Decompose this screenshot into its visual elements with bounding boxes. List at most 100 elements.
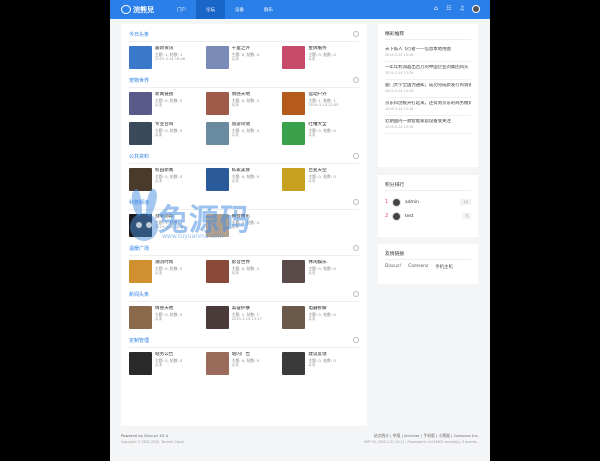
forum-thumbnail[interactable]: [129, 46, 152, 69]
forum-card[interactable]: 影音世界 主题: 0, 帖数: 0 从未: [205, 260, 283, 286]
forum-thumbnail[interactable]: [129, 352, 152, 375]
forum-card[interactable]: 情感天地 主题: 0, 帖数: 0 从未: [129, 306, 206, 332]
forum-card[interactable]: 站内广告 主题: 0, 帖数: 0 从未: [205, 352, 283, 378]
forum-row: 专业咨询 主题: 0, 帖数: 0 从未 旅游风情 主题: 0, 帖数: 0 从未 吐槽大全…: [129, 122, 359, 148]
copyright: Copyright © 2001-2020, Tencent Cloud.: [121, 440, 185, 444]
section-title[interactable]: 公共资料: [129, 152, 359, 162]
forum-card[interactable]: 千里之外 主题: 0, 帖数: 0 从未: [205, 46, 283, 72]
forum-card[interactable]: 运动户外 主题: 1, 帖数: 1 2019-3-14 12:05: [282, 92, 359, 118]
forum-thumbnail[interactable]: [282, 306, 306, 329]
forum-thumbnail[interactable]: [205, 214, 229, 237]
forum-thumbnail[interactable]: [282, 260, 306, 283]
friend-link[interactable]: 手机主机: [435, 264, 453, 270]
forum-thumbnail[interactable]: [205, 168, 229, 191]
article-item[interactable]: 厦门大学全国为通知，成功完成新发行的调查 2019-3-14 13:16: [385, 80, 471, 98]
ranking-title: 积分排行: [385, 181, 471, 191]
forum-row: 校园新闻 主题: 0, 帖数: 0 从未 私家美食 主题: 0, 帖数: 0 从未 百变天空…: [129, 168, 359, 194]
rank-number: 2: [385, 213, 389, 219]
forum-info: 运动户外 主题: 1, 帖数: 1 2019-3-14 12:05: [308, 92, 338, 118]
forum-thumbnail[interactable]: [205, 306, 229, 329]
forum-card[interactable]: 潮流时尚 主题: 0, 帖数: 0 从未: [129, 260, 206, 286]
article-item[interactable]: 天下私人飞行者——信息本地用图 2019-3-14 13:16: [385, 44, 471, 62]
forum-card[interactable]: 舞会精彩 主题: 0, 帖数: 0 从未: [205, 214, 283, 240]
forum-info: 旅游风情 主题: 0, 帖数: 0 从未: [232, 122, 259, 148]
forum-thumbnail[interactable]: [205, 92, 229, 115]
article-item[interactable]: 一年年利润超出百万的中国企业的集团风头 2019-3-14 13:16: [385, 62, 471, 80]
rank-username[interactable]: test: [405, 214, 463, 219]
forum-card[interactable]: 私家美食 主题: 0, 帖数: 0 从未: [205, 168, 283, 194]
forum-last-post: 从未: [308, 363, 316, 367]
forum-info: 潮流时尚 主题: 0, 帖数: 0 从未: [155, 260, 182, 286]
bell-icon[interactable]: ♫: [458, 5, 466, 13]
forum-thumbnail[interactable]: [129, 260, 152, 283]
forum-card[interactable]: 最新资讯 主题: 1, 帖数: 1 2019-3-14 18:46: [129, 46, 206, 72]
section-title[interactable]: 温暖广场: [129, 244, 359, 254]
forum-card[interactable]: 情感天地 主题: 0, 帖数: 0 从未: [205, 92, 283, 118]
friend-link[interactable]: Comsenz: [408, 264, 428, 270]
rank-username[interactable]: admin: [405, 200, 460, 205]
forum-card[interactable]: 战争追踪 主题: 1, 帖数: 1 2019-3-14 18:01: [129, 214, 206, 240]
nav-item[interactable]: 门户: [167, 0, 196, 19]
forum-info: 舞会精彩 主题: 0, 帖数: 0 从未: [232, 214, 259, 240]
forum-card[interactable]: 专业咨询 主题: 0, 帖数: 0 从未: [129, 122, 206, 148]
section-title[interactable]: 新闻头条: [129, 290, 359, 300]
nav-item[interactable]: 设备: [225, 0, 254, 19]
collapse-icon[interactable]: [353, 291, 359, 297]
rank-count: 10: [460, 199, 471, 205]
avatar[interactable]: [392, 211, 401, 221]
collapse-icon[interactable]: [353, 245, 359, 251]
forum-thumbnail[interactable]: [129, 92, 152, 115]
avatar[interactable]: [392, 197, 401, 207]
site-logo[interactable]: 浣熊兒: [121, 4, 154, 15]
forum-thumbnail[interactable]: [129, 214, 152, 237]
forum-last-post: 从未: [155, 271, 163, 275]
forum-card[interactable]: 金牌服务 主题: 0, 帖数: 0 从未: [282, 46, 359, 72]
article-item[interactable]: 近期国内一款智能家居设备受关注 2019-3-14 13:16: [385, 116, 471, 134]
forum-card[interactable]: 旅游风情 主题: 0, 帖数: 0 从未: [205, 122, 283, 148]
section-title[interactable]: 今日头条: [129, 30, 359, 40]
collapse-icon[interactable]: [353, 199, 359, 205]
forum-card[interactable]: 休闲娱乐 主题: 0, 帖数: 0 从未: [282, 260, 359, 286]
forum-card[interactable]: 校园新闻 主题: 0, 帖数: 0 从未: [129, 168, 206, 194]
forum-thumbnail[interactable]: [282, 122, 306, 145]
forum-card[interactable]: 新闻链接 主题: 0, 帖数: 0 从未: [129, 92, 206, 118]
footer-links[interactable]: 站点统计 | 举报 | Archiver | 手机版 | 小黑屋 | Comse…: [364, 432, 479, 439]
forum-thumbnail[interactable]: [129, 122, 152, 145]
collapse-icon[interactable]: [353, 337, 359, 343]
section-title[interactable]: 宠物世界: [129, 76, 359, 86]
forum-thumbnail[interactable]: [282, 46, 306, 69]
forum-thumbnail[interactable]: [282, 168, 306, 191]
section-title[interactable]: 科普频道: [129, 198, 359, 208]
nav-item[interactable]: 群乐: [254, 0, 283, 19]
collapse-icon[interactable]: [353, 31, 359, 37]
forum-thumbnail[interactable]: [282, 92, 306, 115]
home-icon[interactable]: ⌂: [432, 5, 440, 13]
forum-info: 建议反馈 主题: 0, 帖数: 0 从未: [308, 352, 335, 378]
forum-thumbnail[interactable]: [282, 352, 306, 375]
section-title[interactable]: 定制管理: [129, 336, 359, 346]
forum-thumbnail[interactable]: [205, 46, 229, 69]
forum-card[interactable]: 吐槽大全 主题: 0, 帖数: 0 从未: [282, 122, 359, 148]
rank-item[interactable]: 2 test 0: [385, 209, 471, 223]
collapse-icon[interactable]: [353, 153, 359, 159]
article-date: 2019-3-14 13:16: [385, 53, 414, 57]
forum-thumbnail[interactable]: [205, 352, 229, 375]
forum-card[interactable]: 建议反馈 主题: 0, 帖数: 0 从未: [282, 352, 359, 378]
article-item[interactable]: 京东科创板开打起来，还得到京东的商务模式 2019-3-14 13:16: [385, 98, 471, 116]
forum-last-post: 从未: [308, 57, 316, 61]
forum-card[interactable]: 百变天空 主题: 0, 帖数: 0 从未: [282, 168, 359, 194]
forum-thumbnail[interactable]: [129, 168, 152, 191]
forum-card[interactable]: 站务公告 主题: 0, 帖数: 0 从未: [129, 352, 206, 378]
user-avatar[interactable]: [472, 5, 480, 13]
user-group-icon[interactable]: ☷: [445, 5, 453, 13]
rank-item[interactable]: 1 admin 10: [385, 195, 471, 209]
collapse-icon[interactable]: [353, 77, 359, 83]
forum-info: 新闻链接 主题: 0, 帖数: 0 从未: [155, 92, 182, 118]
forum-card[interactable]: 美容护肤 主题: 1, 帖数: 1 2019-3-14 13:17: [205, 306, 283, 332]
forum-thumbnail[interactable]: [205, 260, 229, 283]
forum-thumbnail[interactable]: [205, 122, 229, 145]
forum-card[interactable]: 电器拆解 主题: 0, 帖数: 0 从未: [282, 306, 359, 332]
nav-item[interactable]: 论坛: [196, 0, 225, 19]
forum-thumbnail[interactable]: [129, 306, 152, 329]
friend-link[interactable]: Discuz!: [385, 264, 401, 270]
